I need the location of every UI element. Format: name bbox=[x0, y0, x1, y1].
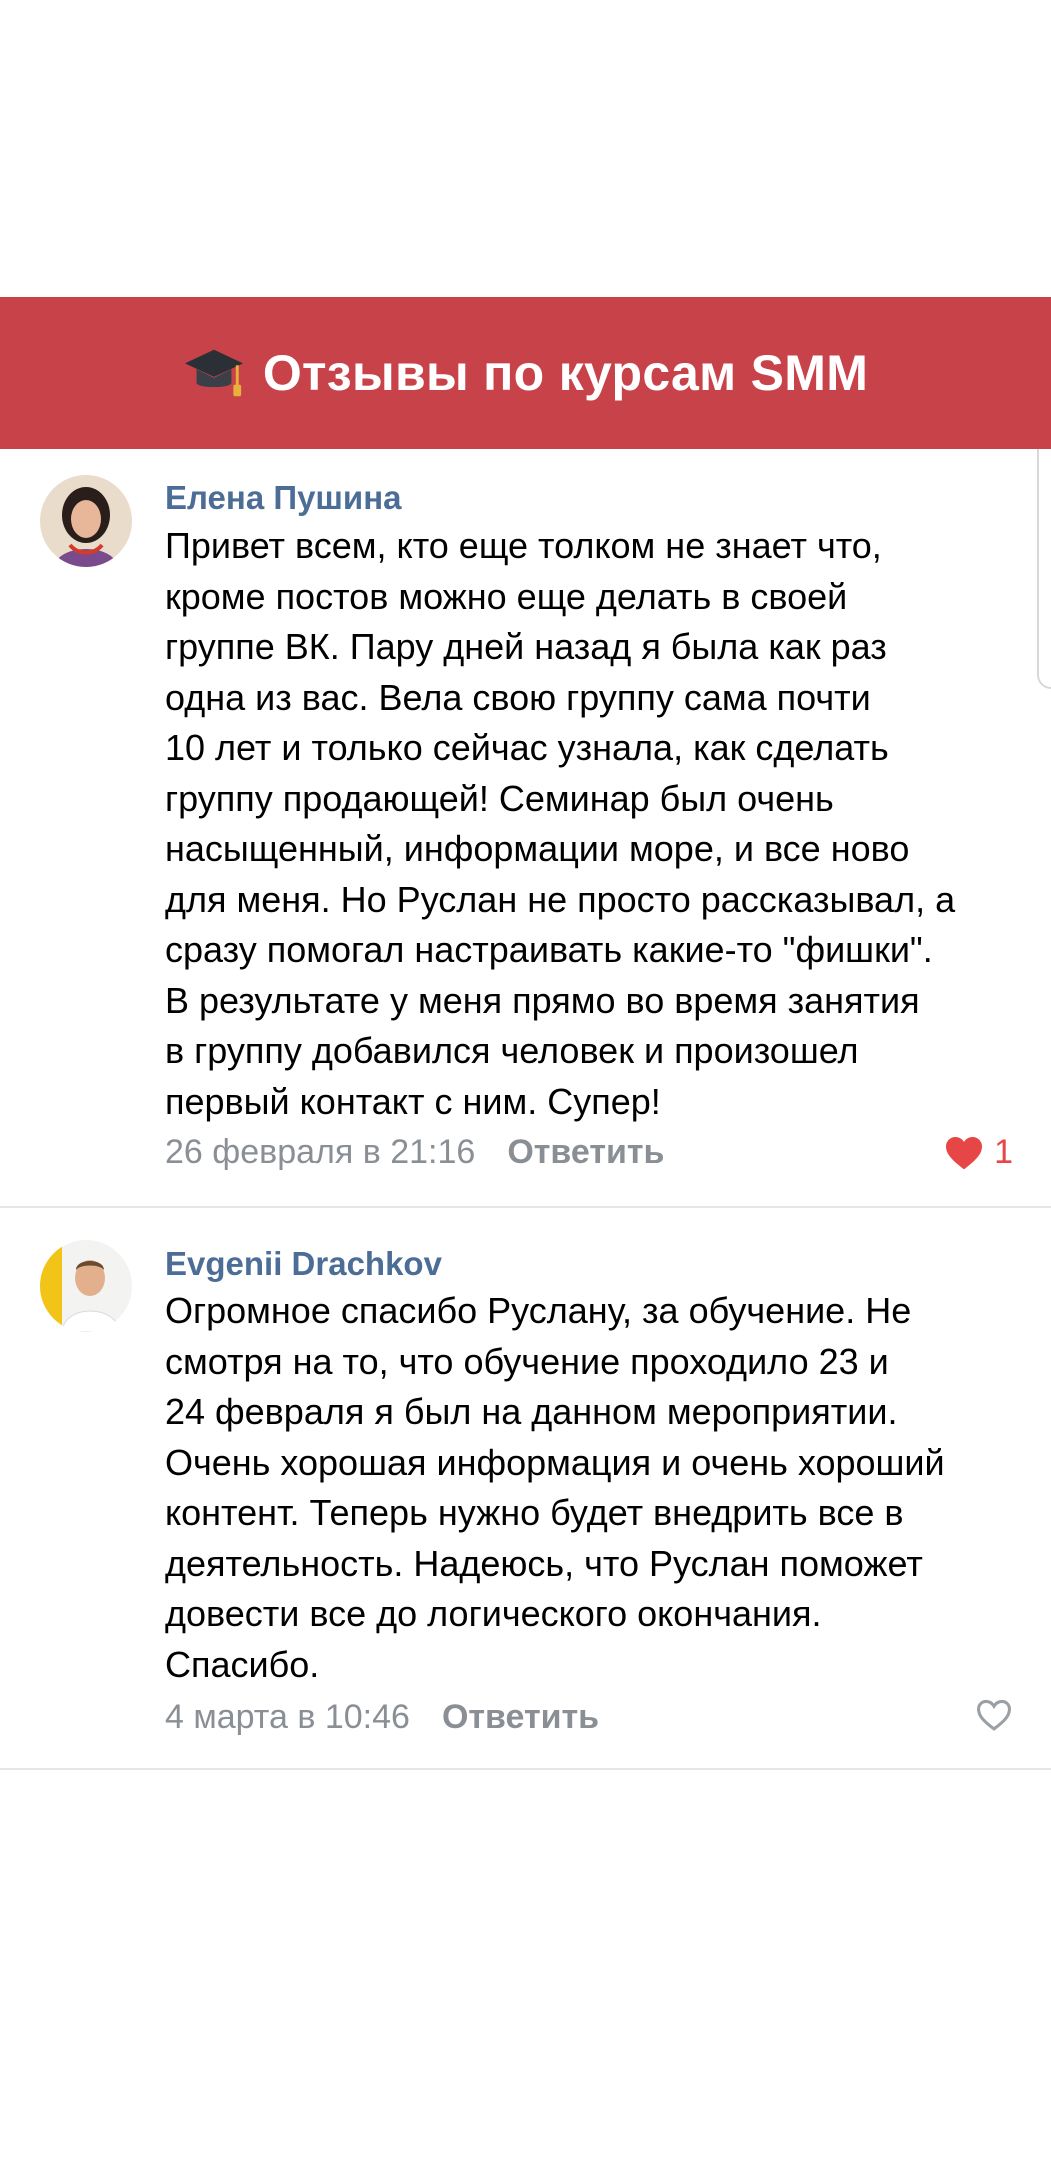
like-button[interactable]: 1 bbox=[944, 1133, 1013, 1172]
page-title: Отзывы по курсам SMM bbox=[262, 345, 869, 401]
graduation-cap-icon bbox=[184, 349, 243, 397]
comment-author[interactable]: Елена Пушина bbox=[165, 479, 402, 517]
like-count: 1 bbox=[994, 1133, 1013, 1171]
like-button[interactable] bbox=[975, 1698, 1013, 1732]
comment-meta: 4 марта в 10:46 Ответить bbox=[165, 1698, 599, 1737]
avatar-image bbox=[40, 1240, 132, 1332]
comment-author[interactable]: Evgenii Drachkov bbox=[165, 1245, 442, 1283]
comment-item: Елена Пушина Привет всем, кто еще толком… bbox=[0, 449, 1051, 1208]
avatar[interactable] bbox=[40, 1240, 132, 1332]
avatar-image bbox=[40, 475, 132, 567]
reply-button[interactable]: Ответить bbox=[442, 1698, 599, 1737]
heart-outline-icon bbox=[976, 1699, 1012, 1731]
comment-text: Огромное спасибо Руслану, за обучение. Н… bbox=[165, 1290, 945, 1685]
comment-date[interactable]: 4 марта в 10:46 bbox=[165, 1698, 410, 1737]
comment-item: Evgenii Drachkov Огромное спасибо Руслан… bbox=[0, 1208, 1051, 1770]
header-banner: Отзывы по курсам SMM bbox=[0, 297, 1051, 449]
avatar[interactable] bbox=[40, 475, 132, 567]
heart-icon bbox=[946, 1136, 983, 1169]
comment-date[interactable]: 26 февраля в 21:16 bbox=[165, 1133, 475, 1172]
comment-text: Привет всем, кто еще толком не знает что… bbox=[165, 525, 956, 1122]
comment-meta: 26 февраля в 21:16 Ответить bbox=[165, 1133, 664, 1172]
reply-button[interactable]: Ответить bbox=[507, 1133, 664, 1172]
